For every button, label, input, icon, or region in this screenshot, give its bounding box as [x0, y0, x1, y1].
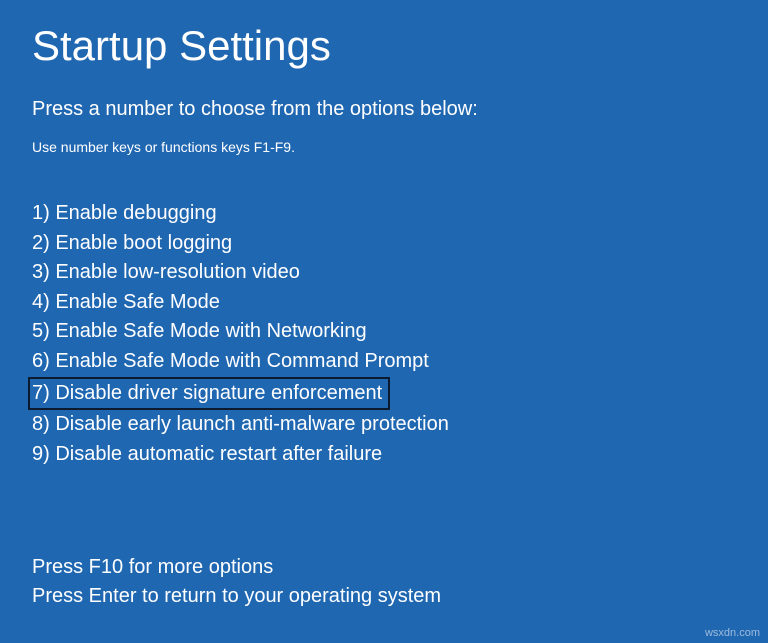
- option-label: 4) Enable Safe Mode: [32, 291, 220, 313]
- option-label: 6) Enable Safe Mode with Command Prompt: [32, 350, 429, 372]
- footer-more-options: Press F10 for more options: [32, 553, 441, 582]
- subtitle-text: Press a number to choose from the option…: [32, 98, 736, 121]
- option-item-1[interactable]: 1) Enable debugging: [32, 199, 736, 229]
- option-label-highlighted: 7) Disable driver signature enforcement: [28, 377, 390, 411]
- option-label: 9) Disable automatic restart after failu…: [32, 443, 382, 465]
- option-label: 2) Enable boot logging: [32, 232, 232, 254]
- option-label: 3) Enable low-resolution video: [32, 261, 300, 283]
- option-item-9[interactable]: 9) Disable automatic restart after failu…: [32, 440, 736, 470]
- hint-text: Use number keys or functions keys F1-F9.: [32, 139, 736, 155]
- options-list: 1) Enable debugging 2) Enable boot loggi…: [32, 199, 736, 469]
- option-label: 5) Enable Safe Mode with Networking: [32, 320, 367, 342]
- option-item-6[interactable]: 6) Enable Safe Mode with Command Prompt: [32, 347, 736, 377]
- option-item-2[interactable]: 2) Enable boot logging: [32, 229, 736, 259]
- option-item-4[interactable]: 4) Enable Safe Mode: [32, 288, 736, 318]
- footer-return-os: Press Enter to return to your operating …: [32, 582, 441, 611]
- option-item-8[interactable]: 8) Disable early launch anti-malware pro…: [32, 410, 736, 440]
- option-item-5[interactable]: 5) Enable Safe Mode with Networking: [32, 317, 736, 347]
- watermark: wsxdn.com: [705, 627, 760, 639]
- option-item-3[interactable]: 3) Enable low-resolution video: [32, 258, 736, 288]
- page-title: Startup Settings: [32, 22, 736, 70]
- option-item-7[interactable]: 7) Disable driver signature enforcement: [32, 377, 736, 411]
- option-label: 8) Disable early launch anti-malware pro…: [32, 413, 449, 435]
- option-label: 1) Enable debugging: [32, 202, 217, 224]
- footer: Press F10 for more options Press Enter t…: [32, 553, 441, 611]
